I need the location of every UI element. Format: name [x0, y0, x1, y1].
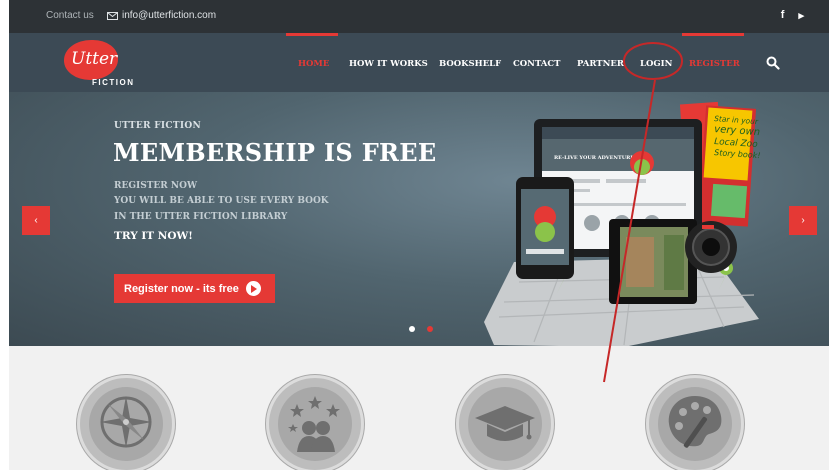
nav-login[interactable]: LOGIN [640, 59, 672, 69]
youtube-icon[interactable]: ▸ [798, 9, 804, 22]
nav-bookshelf[interactable]: BOOKSHELF [439, 59, 501, 69]
svg-text:RE-LIVE YOUR ADVENTURE: RE-LIVE YOUR ADVENTURE [554, 155, 634, 161]
children-stars-icon [288, 396, 340, 452]
feature-children[interactable] [266, 375, 364, 470]
feature-art[interactable] [646, 375, 744, 470]
logo-subtitle: FICTION [92, 78, 135, 87]
graduation-cap-icon [475, 406, 535, 441]
nav-how-it-works[interactable]: HOW IT WORKS [349, 59, 428, 69]
logo-word: Utter [71, 49, 118, 69]
compass-icon [100, 396, 152, 448]
nav-register[interactable]: REGISTER [689, 59, 740, 69]
page: Contact us info@utterfiction.com f ▸ Utt… [9, 0, 829, 470]
slider-dot-1[interactable] [409, 326, 415, 332]
hero-slider: UTTER FICTION MEMBERSHIP IS FREE REGISTE… [9, 92, 829, 346]
register-now-button[interactable]: Register now - its free [114, 274, 275, 303]
feature-compass[interactable] [77, 375, 175, 470]
nav-partner[interactable]: PARTNER [577, 59, 624, 69]
home-accent-bar [286, 33, 338, 36]
nav-home[interactable]: HOME [298, 59, 329, 69]
hero-headline: MEMBERSHIP IS FREE [113, 138, 437, 167]
email-link[interactable]: info@utterfiction.com [107, 10, 216, 21]
feature-education[interactable] [456, 375, 554, 470]
register-accent-bar [682, 33, 744, 36]
search-icon[interactable] [766, 56, 780, 70]
top-bar: Contact us info@utterfiction.com f ▸ [9, 0, 829, 33]
utter-fiction-logo[interactable]: Utter FICTION [64, 40, 134, 88]
facebook-icon[interactable]: f [781, 9, 785, 22]
slider-prev-arrow[interactable]: ‹ [22, 206, 50, 235]
palette-icon [668, 396, 722, 448]
play-circle-icon [245, 281, 261, 296]
hero-line-3: IN THE UTTER FICTION LIBRARY [114, 212, 288, 222]
hero-brand: UTTER FICTION [114, 121, 202, 131]
hero-line-1: REGISTER NOW [114, 181, 198, 191]
email-text: info@utterfiction.com [122, 10, 217, 21]
hero-try-it-now: TRY IT NOW! [114, 230, 193, 242]
contact-us-label: Contact us [46, 10, 94, 21]
smartphone-device [516, 177, 574, 279]
register-button-label: Register now - its free [124, 282, 239, 295]
slider-dot-2[interactable] [427, 326, 433, 332]
main-nav-bar: Utter FICTION HOME HOW IT WORKS BOOKSHEL… [9, 33, 829, 92]
hero-line-2: YOU WILL BE ABLE TO USE EVERY BOOK [114, 196, 329, 206]
nav-contact[interactable]: CONTACT [513, 59, 561, 69]
devices-illustration: Star in your very own Local Zoo Story bo… [484, 101, 761, 346]
social-links: f ▸ [781, 9, 804, 22]
slider-next-arrow[interactable]: › [789, 206, 817, 235]
envelope-icon [107, 11, 118, 20]
